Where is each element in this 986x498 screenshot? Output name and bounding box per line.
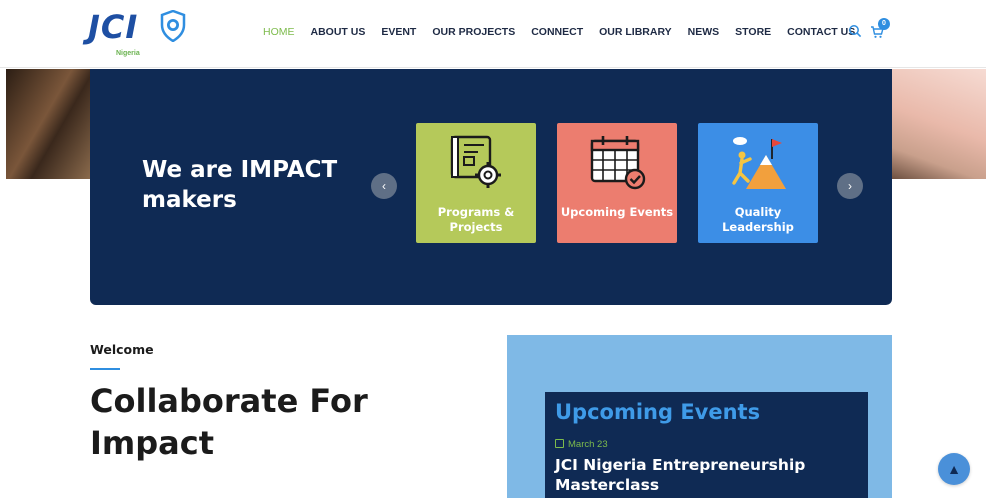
carousel-prev-button[interactable]: ‹: [371, 173, 397, 199]
nav-item-contact-us[interactable]: CONTACT US: [787, 26, 855, 38]
hero-background-right: [892, 69, 986, 179]
nav-item-news[interactable]: NEWS: [688, 26, 720, 38]
chevron-right-icon: ›: [848, 179, 852, 193]
card-programs-projects[interactable]: Programs & Projects: [416, 123, 536, 243]
scroll-to-top-button[interactable]: ▲: [938, 453, 970, 485]
hero-background-left: [6, 69, 90, 179]
nav-item-our-projects[interactable]: OUR PROJECTS: [432, 26, 515, 38]
event-date: March 23: [555, 439, 608, 450]
nav-item-event[interactable]: EVENT: [381, 26, 416, 38]
hero-title: We are IMPACT makers: [142, 157, 338, 213]
chevron-left-icon: ‹: [382, 179, 386, 193]
carousel-next-button[interactable]: ›: [837, 173, 863, 199]
welcome-divider: [90, 368, 120, 370]
card-quality-leadership[interactable]: Quality Leadership: [698, 123, 818, 243]
mountain-flag-icon: [732, 137, 786, 189]
nav-item-store[interactable]: STORE: [735, 26, 771, 38]
site-header: JCI Nigeria HOME ABOUT US EVENT OUR PROJ…: [0, 0, 986, 68]
shield-icon: [160, 10, 186, 42]
events-title: Upcoming Events: [555, 400, 761, 424]
calendar-check-icon: [590, 136, 646, 190]
page: JCI Nigeria HOME ABOUT US EVENT OUR PROJ…: [0, 0, 986, 498]
event-date-text: March 23: [568, 439, 608, 450]
card-label: Quality Leadership: [722, 205, 794, 234]
jci-logo[interactable]: JCI Nigeria: [88, 8, 198, 60]
calendar-icon: [555, 439, 564, 448]
nav-item-home[interactable]: HOME: [263, 26, 295, 38]
nav-item-our-library[interactable]: OUR LIBRARY: [599, 26, 672, 38]
event-title-link[interactable]: JCI Nigeria Entrepreneurship Masterclass: [555, 455, 855, 495]
cart-count-badge: 0: [878, 18, 890, 30]
nav-item-about-us[interactable]: ABOUT US: [311, 26, 366, 38]
main-nav: HOME ABOUT US EVENT OUR PROJECTS CONNECT…: [263, 26, 871, 38]
blueprint-gear-icon: [450, 135, 501, 188]
collaborate-title: Collaborate For Impact: [90, 382, 368, 462]
card-upcoming-events[interactable]: Upcoming Events: [557, 123, 677, 243]
logo-text: JCI: [88, 8, 139, 46]
chevron-up-icon: ▲: [947, 461, 961, 477]
card-label: Programs & Projects: [437, 205, 515, 234]
hero-panel: We are IMPACT makers ‹ Programs & Projec…: [90, 69, 892, 305]
header-actions: 0: [848, 18, 898, 48]
nav-item-connect[interactable]: CONNECT: [531, 26, 583, 38]
search-icon[interactable]: [848, 24, 862, 38]
welcome-label: Welcome: [90, 342, 154, 357]
card-label: Upcoming Events: [560, 205, 674, 219]
logo-subtitle: Nigeria: [116, 50, 140, 57]
